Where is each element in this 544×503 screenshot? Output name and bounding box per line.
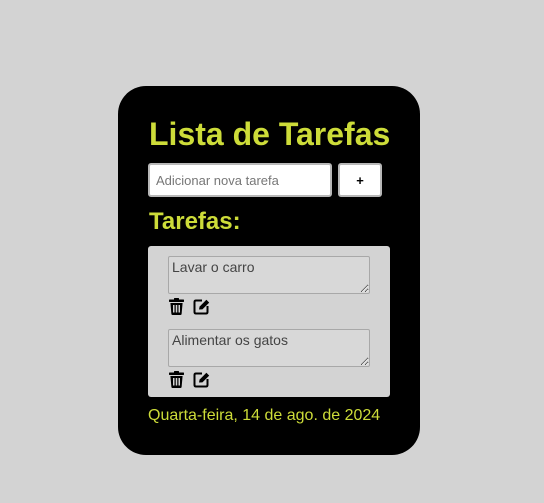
page-title: Lista de Tarefas [149, 116, 391, 152]
task-text-field[interactable]: Alimentar os gatos [168, 329, 370, 367]
new-task-input[interactable] [148, 163, 332, 197]
add-task-button[interactable]: + [338, 163, 382, 197]
edit-icon[interactable] [193, 297, 210, 315]
trash-icon[interactable] [168, 370, 185, 388]
task-list: Lavar o carro Alimentar os gatos [148, 246, 390, 397]
task-item: Lavar o carro [168, 256, 370, 315]
current-date: Quarta-feira, 14 de ago. de 2024 [148, 407, 381, 424]
task-text-field[interactable]: Lavar o carro [168, 256, 370, 294]
tasks-heading: Tarefas: [149, 208, 241, 235]
todo-card: Lista de Tarefas + Tarefas: Lavar o carr… [118, 86, 420, 455]
task-item: Alimentar os gatos [168, 329, 370, 388]
task-actions [168, 297, 370, 315]
edit-icon[interactable] [193, 370, 210, 388]
task-actions [168, 370, 370, 388]
trash-icon[interactable] [168, 297, 185, 315]
